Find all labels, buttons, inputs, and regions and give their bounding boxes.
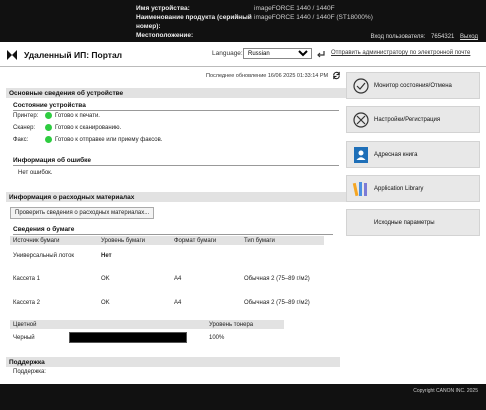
- error-info-title: Информация об ошибке: [13, 157, 339, 166]
- device-name-value: imageFORCE 1440 / 1440F: [254, 5, 335, 12]
- toner-col-level: Уровень тонера: [206, 320, 284, 329]
- paper-source: Универсальный лоток: [13, 253, 75, 259]
- sidebar-item-label: Монитор состояния/Отмена: [374, 82, 452, 89]
- paper-source: Кассета 1: [13, 276, 40, 282]
- paper-type: Обычная 2 (75–89 г/м2): [244, 300, 310, 306]
- device-info-bar: Имя устройства: imageFORCE 1440 / 1440F Н…: [0, 0, 486, 42]
- toner-color: Черный: [13, 334, 35, 341]
- title-bar: Удаленный ИП: Портал Language: Russian О…: [0, 42, 486, 67]
- paper-level: OK: [101, 276, 110, 282]
- language-select[interactable]: Russian: [243, 48, 312, 59]
- toner-level: 100%: [209, 334, 225, 341]
- support-section-title: Поддержка: [6, 357, 340, 367]
- login-label: Вход пользователя:: [370, 34, 426, 40]
- sidebar-item-status-monitor[interactable]: Монитор состояния/Отмена: [346, 72, 480, 99]
- status-ok-icon: [45, 136, 52, 143]
- status-row-printer: Принтер: Готово к печати.: [13, 112, 100, 119]
- paper-source: Кассета 2: [13, 300, 40, 306]
- status-row-fax: Факс: Готово к отправке или приему факсо…: [13, 136, 162, 143]
- sidebar-item-label: Application Library: [374, 185, 424, 192]
- paper-level: Нет: [101, 253, 112, 259]
- paper-level: OK: [101, 300, 110, 306]
- error-value: Нет ошибок.: [18, 170, 53, 176]
- toner-col-bar: [66, 320, 206, 329]
- remote-ui-logo-icon: [7, 50, 17, 60]
- status-ok-icon: [45, 112, 52, 119]
- user-bar: Вход пользователя: 7654321 Выход: [0, 32, 486, 42]
- refresh-icon[interactable]: [332, 71, 341, 80]
- status-value: Готово к печати.: [55, 112, 100, 119]
- sidebar-item-settings[interactable]: Настройки/Регистрация: [346, 106, 480, 133]
- paper-size: A4: [174, 276, 182, 282]
- product-label: Наименование продукта (серийный номер):: [136, 14, 252, 30]
- check-consumables-button[interactable]: Проверить сведения о расходных материала…: [10, 207, 155, 219]
- paper-col-type: Тип бумаги: [241, 236, 324, 245]
- logout-link[interactable]: Выход: [460, 34, 478, 40]
- paper-col-size: Формат бумаги: [171, 236, 241, 245]
- paper-col-level: Уровень бумаги: [98, 236, 171, 245]
- status-value: Готово к отправке или приему факсов.: [55, 136, 163, 143]
- address-book-icon: [354, 146, 368, 163]
- support-label: Поддержка:: [13, 369, 46, 375]
- paper-size: [171, 245, 241, 267]
- return-arrow-icon[interactable]: [316, 49, 326, 59]
- sidebar-item-label: Адресная книга: [374, 151, 418, 158]
- status-row-scanner: Сканер: Готово к сканированию.: [13, 124, 121, 131]
- status-label: Принтер:: [13, 112, 39, 119]
- sidebar-item-label: Настройки/Регистрация: [374, 116, 441, 123]
- login-user: 7654321: [431, 34, 455, 40]
- sidebar-item-label: Исходные параметры: [374, 219, 435, 226]
- paper-info-title: Сведения о бумаге: [13, 226, 333, 235]
- product-value: imageFORCE 1440 / 1440F (ST18000%): [254, 14, 373, 21]
- paper-type: [241, 245, 324, 267]
- paper-type: Обычная 2 (75–89 г/м2): [244, 276, 310, 282]
- table-row: Кассета 2 OK A4 Обычная 2 (75–89 г/м2): [10, 291, 324, 315]
- toner-level-bar: [69, 332, 187, 343]
- sidebar-item-application-library[interactable]: Application Library: [346, 175, 480, 202]
- table-row: Черный 100%: [10, 329, 284, 346]
- paper-table: Источник бумаги Уровень бумаги Формат бу…: [10, 236, 324, 315]
- sidebar-item-address-book[interactable]: Адресная книга: [346, 141, 480, 168]
- device-name-label: Имя устройства:: [136, 5, 190, 12]
- page-title: Удаленный ИП: Портал: [24, 50, 123, 60]
- send-admin-email-link[interactable]: Отправить администратору по электронной …: [331, 50, 470, 56]
- device-status-title: Состояние устройства: [13, 102, 339, 111]
- status-monitor-icon: [353, 77, 369, 94]
- application-library-icon: [352, 181, 367, 196]
- login-info: Вход пользователя: 7654321 Выход: [366, 34, 478, 40]
- copyright: Copyright CANON INC. 2025: [413, 388, 478, 394]
- sidebar-item-default-settings[interactable]: Исходные параметры: [346, 209, 480, 236]
- status-label: Сканер:: [13, 124, 36, 131]
- settings-tools-icon: [353, 111, 369, 128]
- toner-table: Цветной Уровень тонера Черный 100%: [10, 320, 284, 346]
- paper-col-source: Источник бумаги: [10, 236, 98, 245]
- table-row: Универсальный лоток Нет: [10, 245, 324, 267]
- status-ok-icon: [45, 124, 52, 131]
- consumables-section-title: Информация о расходных материалах: [6, 192, 346, 202]
- footer: Copyright CANON INC. 2025: [0, 384, 486, 410]
- toner-col-color: Цветной: [10, 320, 66, 329]
- toner-bar-cell: [66, 329, 206, 346]
- last-update: Последнее обновление 16/06 2025 01:33:14…: [206, 73, 329, 79]
- language-label: Language:: [212, 50, 243, 57]
- table-row: Кассета 1 OK A4 Обычная 2 (75–89 г/м2): [10, 267, 324, 291]
- status-label: Факс:: [13, 136, 29, 143]
- paper-size: A4: [174, 300, 182, 306]
- basic-info-section-title: Основные сведения об устройстве: [6, 88, 346, 98]
- status-value: Готово к сканированию.: [55, 124, 122, 131]
